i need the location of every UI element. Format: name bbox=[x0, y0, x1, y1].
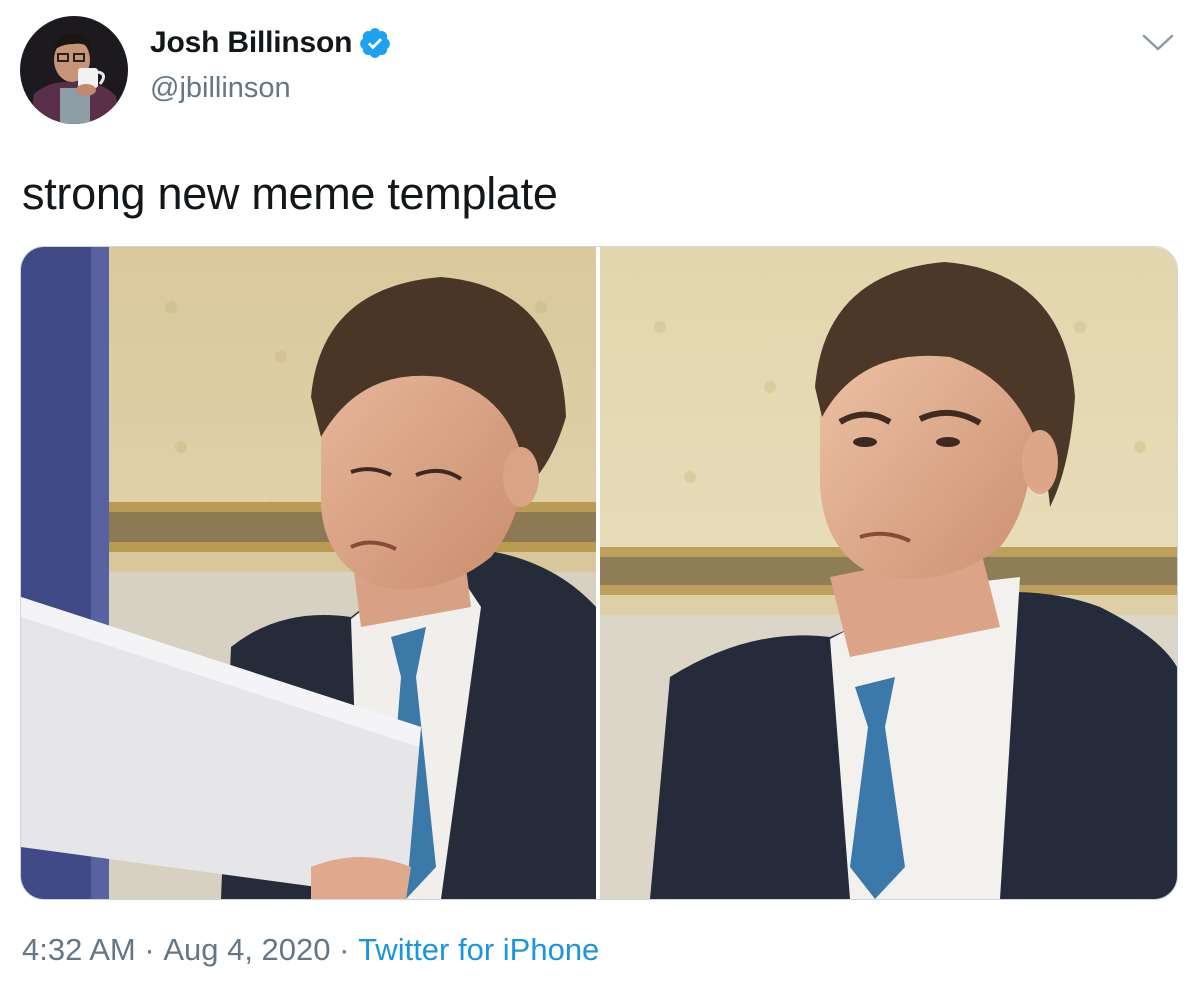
media-image-1[interactable] bbox=[21, 247, 596, 899]
tweet-time[interactable]: 4:32 AM bbox=[22, 932, 136, 968]
author-handle[interactable]: @jbillinson bbox=[150, 72, 291, 105]
tweet-meta: 4:32 AM · Aug 4, 2020 · Twitter for iPho… bbox=[22, 932, 599, 968]
avatar[interactable] bbox=[20, 16, 128, 124]
media-image-2[interactable] bbox=[600, 247, 1177, 899]
tweet-text: strong new meme template bbox=[22, 168, 558, 219]
author-name-row[interactable]: Josh Billinson bbox=[150, 26, 392, 60]
tweet-source-link[interactable]: Twitter for iPhone bbox=[358, 932, 599, 968]
meta-separator: · bbox=[330, 932, 359, 967]
avatar-image bbox=[20, 16, 128, 124]
tweet-date[interactable]: Aug 4, 2020 bbox=[163, 932, 330, 968]
author-name[interactable]: Josh Billinson bbox=[150, 26, 352, 60]
chevron-down-icon bbox=[1142, 34, 1174, 51]
tweet-media bbox=[20, 246, 1178, 900]
verified-badge-icon bbox=[358, 26, 392, 60]
meta-separator: · bbox=[135, 932, 164, 967]
tweet-menu-button[interactable] bbox=[1140, 32, 1176, 54]
